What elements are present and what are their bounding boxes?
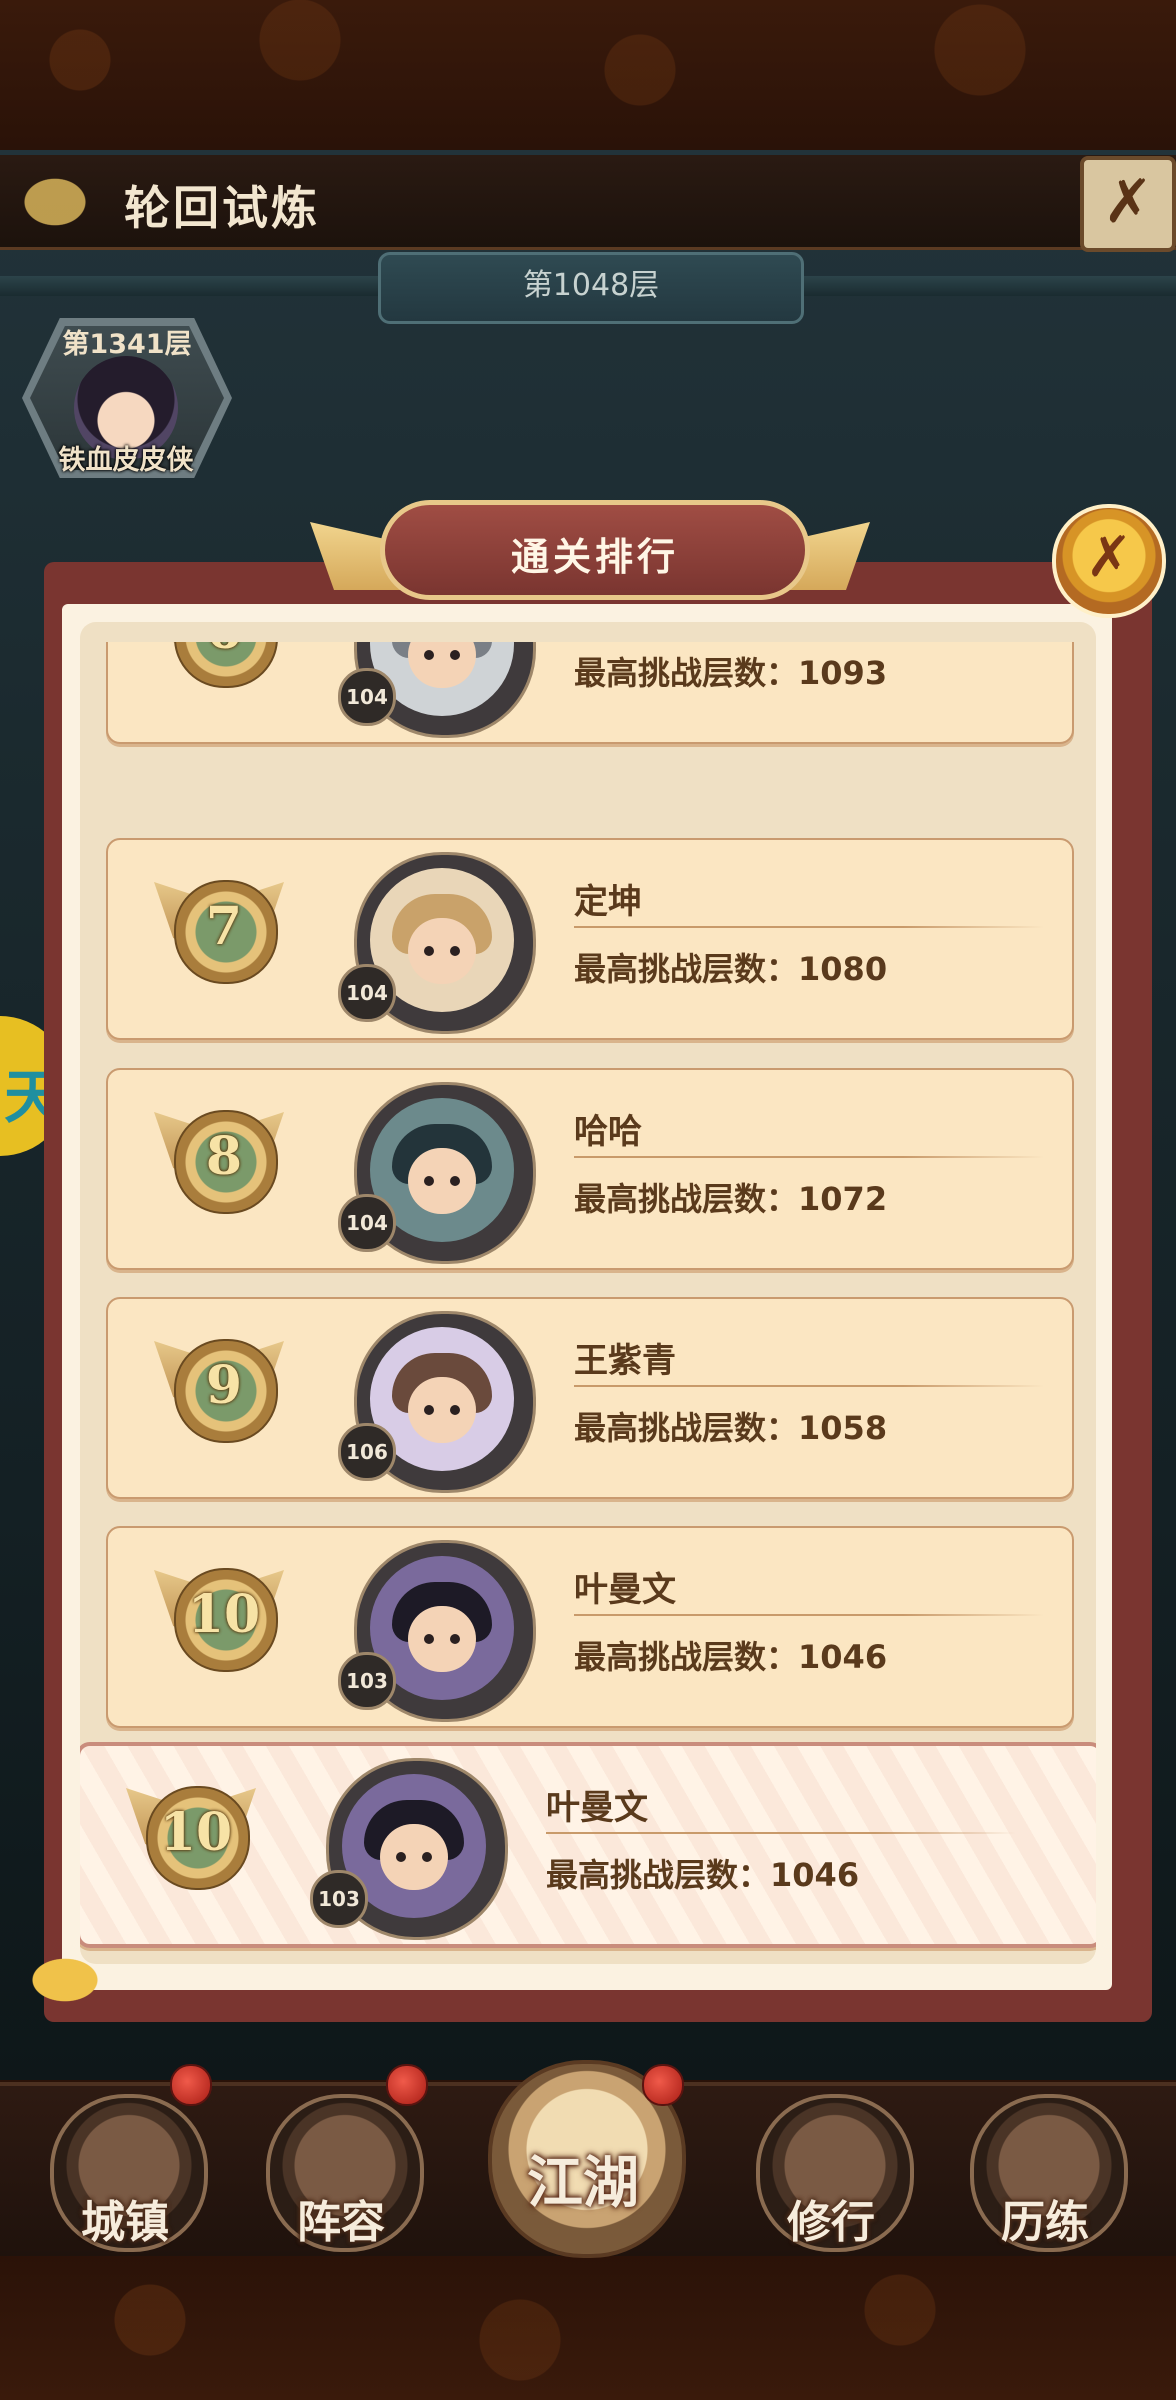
title-close-button[interactable]: ✗ [1080,156,1176,252]
nav-cultivation-label: 修行 [787,2197,875,2248]
player-name: 铁血皮皮侠 [58,445,194,476]
window-title: 轮回试炼 [124,181,320,235]
notification-dot-icon [386,2064,428,2106]
player-level-badge: 104 [338,668,396,726]
top-ornament [0,0,1176,150]
my-rank-row[interactable]: 10 103 叶曼文 最高挑战层数：1046 [80,1742,1096,1948]
nav-lineup-label: 阵容 [297,2197,385,2248]
max-floor-score: 最高挑战层数：1058 [574,1403,887,1449]
score-label: 最高挑战层数： [574,950,799,988]
score-label: 最高挑战层数： [574,1180,799,1218]
player-name: 哈哈 [574,1112,642,1152]
notification-dot-icon [642,2064,684,2106]
rank-number: 9 [205,1355,243,1416]
rank-row[interactable]: 8 104 哈哈 最高挑战层数：1072 [106,1068,1074,1270]
player-level-badge: 104 [338,1194,396,1252]
max-floor-score: 最高挑战层数：1093 [574,648,887,694]
rank-medal-icon: 10 [126,1782,256,1898]
cloud-corner-icon [10,1944,120,2004]
rank-medal-icon: 6 [154,642,284,696]
divider [574,1385,1044,1387]
max-floor-score: 最高挑战层数：1046 [574,1632,887,1678]
player-level-badge: 106 [338,1423,396,1481]
current-floor-banner: 第1048层 [378,252,804,324]
score-label: 最高挑战层数： [574,654,799,692]
divider [546,1832,1016,1834]
player-name: 王紫青 [574,1341,676,1381]
player-name: 叶曼文 [546,1788,648,1828]
rank-medal-icon: 7 [154,876,284,992]
score-value: 1046 [770,1856,860,1894]
score-value: 1046 [798,1638,888,1676]
dialog-title: 通关排行 [510,535,679,579]
player-name: 叶曼文 [574,1570,676,1610]
player-level-badge: 103 [338,1652,396,1710]
score-label: 最高挑战层数： [546,1856,771,1894]
player-level-badge: 103 [310,1870,368,1928]
notification-dot-icon [170,2064,212,2106]
score-value: 1080 [798,950,888,988]
rank-number: 7 [205,896,243,957]
player-name: 定坤 [574,882,642,922]
divider [574,926,1044,928]
rank-medal-icon: 8 [154,1106,284,1222]
dialog-close-button[interactable]: ✗ [1052,504,1166,618]
score-value: 1058 [798,1409,888,1447]
rank-row[interactable]: 6 104 卫傲云 最高挑战层数：1093 [106,642,1074,744]
max-floor-score: 最高挑战层数：1080 [574,944,887,990]
nav-training-label: 历练 [1001,2197,1089,2248]
score-label: 最高挑战层数： [574,1409,799,1447]
rank-number: 10 [187,1584,261,1645]
rank-medal-icon: 9 [154,1335,284,1451]
rank-row[interactable]: 10 103 叶曼文 最高挑战层数：1046 [106,1526,1074,1728]
cloud-ornament-icon [0,160,110,230]
rank-row[interactable]: 7 104 定坤 最高挑战层数：1080 [106,838,1074,1040]
divider [574,1614,1044,1616]
rank-number: 6 [174,642,274,661]
bottom-ornament [0,2250,1176,2400]
ranking-list[interactable]: 6 104 卫傲云 最高挑战层数：1093 7 104 定坤 最高挑战层数： 10 [80,642,1096,1964]
max-floor-score: 最高挑战层数：1072 [574,1174,887,1220]
rank-number: 8 [205,1126,243,1187]
nav-jianghu-label: 江湖 [527,2151,639,2216]
nav-town-label: 城镇 [81,2197,169,2248]
rank-medal-icon: 10 [154,1564,284,1680]
score-label: 最高挑战层数： [574,1638,799,1676]
player-level-badge: 104 [338,964,396,1022]
score-value: 1072 [798,1180,888,1218]
divider [574,1156,1044,1158]
player-floor: 第1341层 [62,329,192,360]
max-floor-score: 最高挑战层数：1046 [546,1850,859,1896]
rank-number: 10 [159,1802,233,1863]
score-value: 1093 [798,654,888,692]
rank-row[interactable]: 9 106 王紫青 最高挑战层数：1058 [106,1297,1074,1499]
